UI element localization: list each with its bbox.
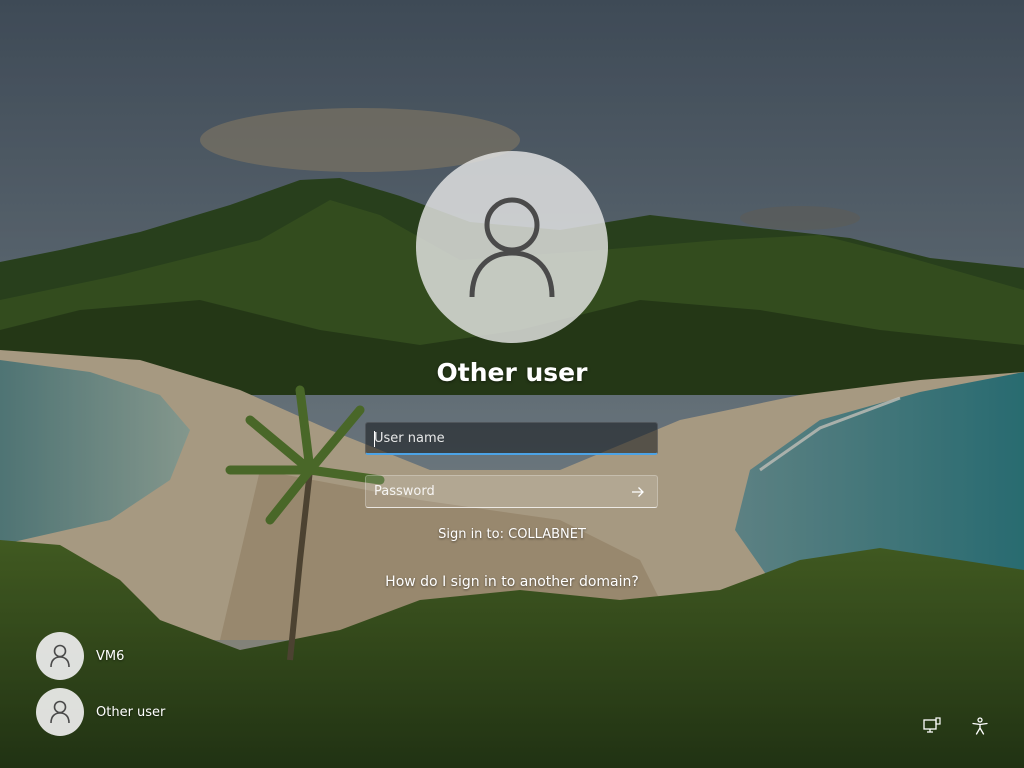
user-list-label: Other user xyxy=(96,704,166,720)
network-button[interactable] xyxy=(920,714,944,738)
arrow-right-icon xyxy=(632,487,644,497)
sign-in-domain-text: Sign in to: COLLABNET xyxy=(438,527,586,542)
network-icon xyxy=(923,717,941,733)
user-avatar xyxy=(36,632,84,680)
user-icon xyxy=(50,644,70,668)
password-field[interactable] xyxy=(365,475,658,508)
user-list-label: VM6 xyxy=(96,648,125,664)
user-list-item-other-user[interactable]: Other user xyxy=(36,688,236,736)
username-field[interactable] xyxy=(365,422,658,455)
text-caret xyxy=(374,431,375,447)
user-icon xyxy=(50,700,70,724)
selected-user-name: Other user xyxy=(436,358,588,387)
lock-screen: Other user Sign in to: COLLABNET How do … xyxy=(0,0,1024,768)
user-icon xyxy=(469,197,555,298)
user-avatar xyxy=(36,688,84,736)
submit-button[interactable] xyxy=(627,482,649,502)
user-list-item-vm6[interactable]: VM6 xyxy=(36,632,236,680)
accessibility-icon xyxy=(972,717,988,735)
other-domain-help-link[interactable]: How do I sign in to another domain? xyxy=(312,574,712,590)
accessibility-button[interactable] xyxy=(968,714,992,738)
password-input[interactable] xyxy=(366,476,624,507)
username-input[interactable] xyxy=(366,422,624,454)
user-avatar-large xyxy=(416,151,608,343)
